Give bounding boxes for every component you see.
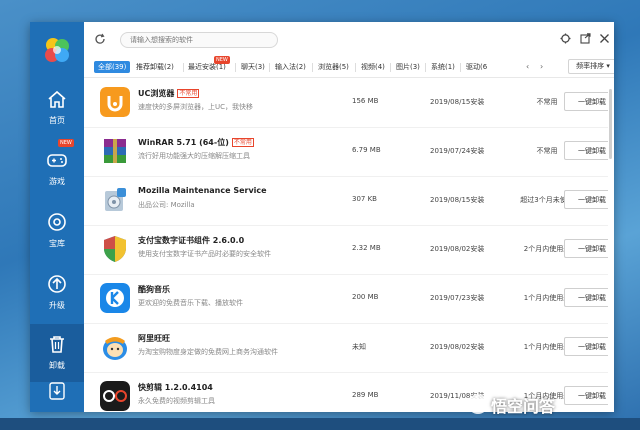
list-item: 酷狗音乐 更欢迎的免费音乐下载、播放软件 200 MB 2019/07/23安装… xyxy=(84,275,608,324)
search-input[interactable] xyxy=(120,32,278,48)
rarely-used-tag: 不常用 xyxy=(231,138,254,147)
refresh-icon[interactable] xyxy=(94,33,106,45)
download-icon xyxy=(49,382,65,400)
app-size: 未知 xyxy=(352,343,366,351)
list-item: 阿里旺旺 为淘宝购物度身定做的免费网上商务沟通软件 未知 2019/08/02安… xyxy=(84,324,608,373)
gamepad-icon xyxy=(47,154,67,167)
tab-images[interactable]: 图片(3) xyxy=(396,61,420,73)
uninstall-button[interactable]: 一键卸载 xyxy=(564,190,608,209)
sidebar-item-label: 游戏 xyxy=(49,177,65,186)
sidebar-item-label: 首页 xyxy=(49,116,65,125)
treasure-disk-icon xyxy=(48,213,66,231)
sort-dropdown[interactable]: 频率排序 ▾ xyxy=(568,59,614,74)
shield-icon xyxy=(104,236,126,262)
app-size: 156 MB xyxy=(352,97,379,105)
new-badge: NEW xyxy=(58,139,74,147)
app-description: 更欢迎的免费音乐下载、播放软件 xyxy=(138,299,243,307)
tab-input-method[interactable]: 输入法(2) xyxy=(275,61,306,73)
install-date: 2019/08/02安装 xyxy=(430,245,485,253)
app-name: 支付宝数字证书组件 2.6.0.0 xyxy=(138,236,245,245)
tab-chat[interactable]: 聊天(3) xyxy=(241,61,265,73)
install-date: 2019/07/24安装 xyxy=(430,147,485,155)
list-item: WinRAR 5.71 (64-位) 不常用 流行好用功能强大的压缩解压缩工具 6… xyxy=(84,128,608,177)
list-item: Mozilla Maintenance Service 出品公司: Mozill… xyxy=(84,177,608,226)
kugou-icon xyxy=(100,283,130,313)
upgrade-arrow-icon xyxy=(48,275,66,293)
scroll-thumb[interactable] xyxy=(609,89,612,159)
tabs-prev-arrow[interactable]: ‹ xyxy=(526,61,529,73)
top-bar xyxy=(84,22,614,56)
tab-recommended-uninstall[interactable]: 推荐卸载(2) xyxy=(136,61,174,73)
app-description: 为淘宝购物度身定做的免费网上商务沟通软件 xyxy=(138,348,278,356)
trash-icon xyxy=(50,336,64,353)
uninstall-button[interactable]: 一键卸载 xyxy=(564,288,608,307)
list-scrollbar[interactable] xyxy=(608,79,613,412)
install-date: 2019/08/15安装 xyxy=(430,196,485,204)
category-tabs: 全部(39) 推荐卸载(2) 最近安装(1) NEW 聊天(3) 输入法(2) … xyxy=(84,56,614,78)
install-date: 2019/08/15安装 xyxy=(430,98,485,106)
tab-browser[interactable]: 浏览器(5) xyxy=(318,61,349,73)
mozilla-installer-icon xyxy=(105,188,126,211)
sidebar-item-upgrade[interactable]: 升级 xyxy=(30,264,84,322)
watermark-text: 悟空问答 xyxy=(491,397,556,416)
app-description: 流行好用功能强大的压缩解压缩工具 xyxy=(138,152,250,160)
uninstall-button[interactable]: 一键卸载 xyxy=(564,92,608,111)
list-item: 支付宝数字证书组件 2.6.0.0 使用支付宝数字证书产品时必要的安全软件 2.… xyxy=(84,226,608,275)
settings-icon[interactable] xyxy=(560,33,571,44)
app-size: 6.79 MB xyxy=(352,146,381,154)
tab-system[interactable]: 系统(1) xyxy=(431,61,455,73)
tab-video[interactable]: 视频(4) xyxy=(361,61,385,73)
desktop-taskbar xyxy=(0,418,640,430)
uninstall-button[interactable]: 一键卸载 xyxy=(564,386,608,405)
install-date: 2019/07/23安装 xyxy=(430,294,485,302)
tab-driver[interactable]: 驱动(6 xyxy=(466,61,487,73)
app-logo-icon xyxy=(45,38,69,62)
app-name: 阿里旺旺 xyxy=(138,334,170,343)
home-icon xyxy=(48,90,66,108)
kuaijianji-icon xyxy=(100,381,130,411)
uc-browser-icon xyxy=(100,87,130,117)
app-size: 289 MB xyxy=(352,391,379,399)
app-name: WinRAR 5.71 (64-位) 不常用 xyxy=(138,138,254,147)
uninstall-button[interactable]: 一键卸载 xyxy=(564,141,608,160)
sidebar-item-label: 宝库 xyxy=(49,239,65,248)
watermark-logo-icon xyxy=(468,394,488,414)
app-description: 使用支付宝数字证书产品时必要的安全软件 xyxy=(138,250,271,258)
new-badge: NEW xyxy=(214,56,230,64)
tab-all[interactable]: 全部(39) xyxy=(94,61,131,73)
list-item: UC浏览器 不常用 速度快的多屏浏览器，上UC，我快移 156 MB 2019/0… xyxy=(84,79,608,128)
app-description: 速度快的多屏浏览器，上UC，我快移 xyxy=(138,103,254,111)
sidebar-item-label: 卸载 xyxy=(49,361,65,370)
uninstall-button[interactable]: 一键卸载 xyxy=(564,239,608,258)
uninstall-button[interactable]: 一键卸载 xyxy=(564,337,608,356)
software-manager-window: 首页 NEW 游戏 宝库 升级 卸载 请输入想搜索的软件 全部(39) 推荐卸载… xyxy=(30,22,614,412)
close-icon[interactable] xyxy=(599,33,610,44)
app-name: Mozilla Maintenance Service xyxy=(138,186,267,195)
sidebar-item-games[interactable]: NEW 游戏 xyxy=(30,139,84,198)
install-date: 2019/08/02安装 xyxy=(430,343,485,351)
restore-window-icon[interactable] xyxy=(580,33,591,44)
app-size: 2.32 MB xyxy=(352,244,381,252)
tabs-next-arrow[interactable]: › xyxy=(540,61,543,73)
sidebar-item-treasury[interactable]: 宝库 xyxy=(30,202,84,260)
aliwangwang-icon xyxy=(103,337,127,360)
app-description: 出品公司: Mozilla xyxy=(138,201,195,209)
app-name: UC浏览器 不常用 xyxy=(138,89,200,98)
sidebar: 首页 NEW 游戏 宝库 升级 卸载 xyxy=(30,22,84,412)
rarely-used-tag: 不常用 xyxy=(177,89,200,98)
sidebar-item-home[interactable]: 首页 xyxy=(30,79,84,137)
app-size: 200 MB xyxy=(352,293,379,301)
winrar-icon xyxy=(104,139,126,163)
app-name: 快剪辑 1.2.0.4104 xyxy=(138,383,213,392)
app-name: 酷狗音乐 xyxy=(138,285,170,294)
sidebar-item-download[interactable] xyxy=(30,372,84,412)
software-list: UC浏览器 不常用 速度快的多屏浏览器，上UC，我快移 156 MB 2019/0… xyxy=(84,79,608,412)
app-description: 永久免费的视频剪辑工具 xyxy=(138,397,215,405)
app-size: 307 KB xyxy=(352,195,377,203)
sidebar-item-label: 升级 xyxy=(49,301,65,310)
